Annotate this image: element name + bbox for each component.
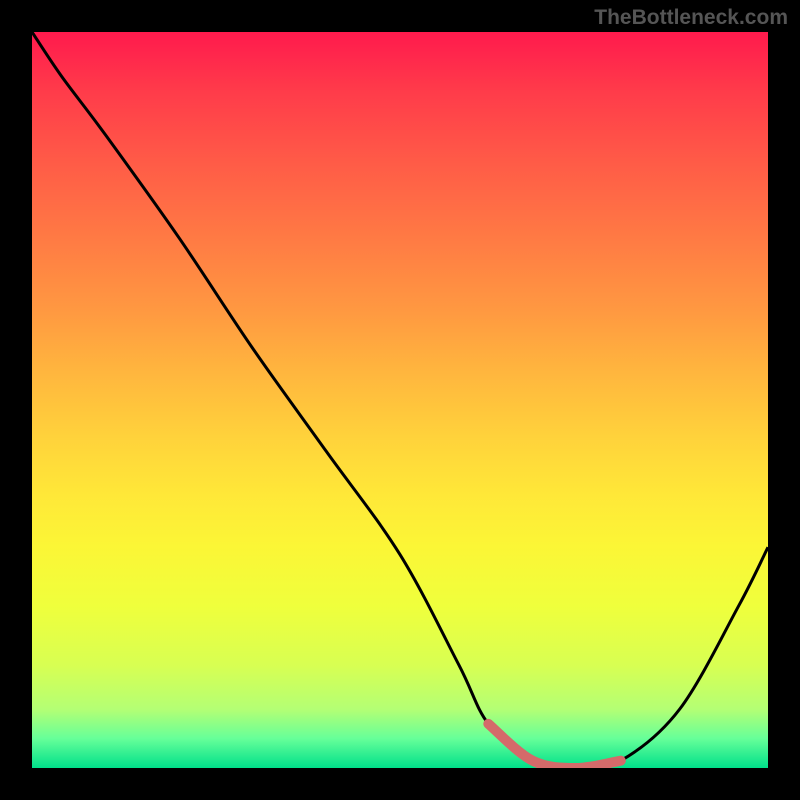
chart-gradient-area xyxy=(32,32,768,768)
chart-svg xyxy=(32,32,768,768)
watermark-text: TheBottleneck.com xyxy=(594,6,788,30)
optimal-range-highlight xyxy=(488,724,620,768)
bottleneck-curve xyxy=(32,32,768,768)
